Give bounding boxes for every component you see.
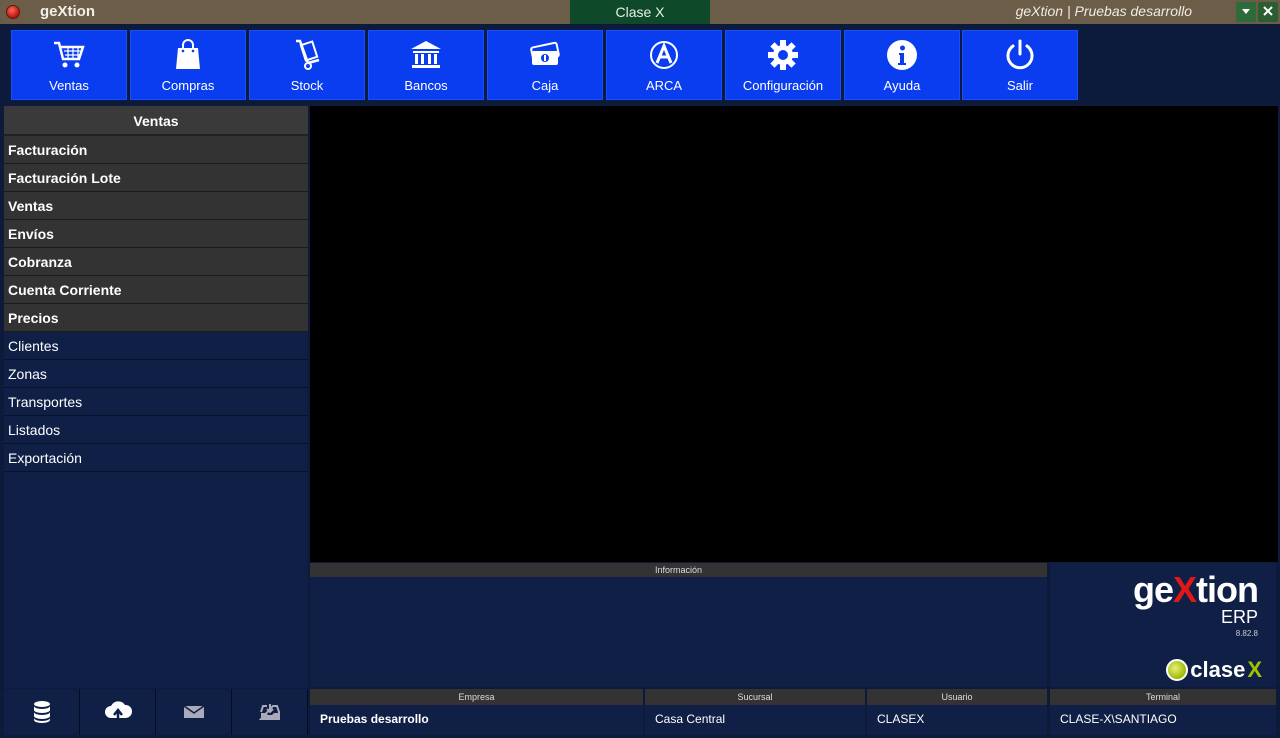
arca-icon (650, 41, 678, 69)
sidebar-item-clientes[interactable]: Clientes (4, 332, 308, 360)
hand-truck-icon (296, 39, 320, 70)
sidebar-item-facturacion[interactable]: Facturación (4, 136, 308, 164)
main-toolbar: Ventas Compras Stock Bancos Caja ARCA Co… (2, 25, 1278, 105)
status-sucursal-header: Sucursal (645, 689, 865, 705)
toolbar-label: Compras (161, 78, 215, 93)
database-button[interactable] (4, 689, 80, 735)
toolbar-label: Ventas (49, 78, 89, 93)
toolbar-compras-button[interactable]: Compras (130, 30, 246, 100)
status-empresa-value: Pruebas desarrollo (320, 712, 429, 726)
minimize-button[interactable] (1236, 2, 1256, 22)
status-sucursal: Sucursal Casa Central (645, 689, 865, 735)
sidebar-item-exportacion[interactable]: Exportación (4, 444, 308, 472)
logo-text-x: X (1173, 569, 1197, 610)
power-icon (1006, 39, 1034, 70)
database-icon (33, 701, 50, 723)
cash-icon (530, 41, 560, 65)
toolbar-label: Salir (1006, 78, 1033, 93)
toolbar-arca-button[interactable]: ARCA (606, 30, 722, 100)
info-panel: Información (310, 563, 1047, 687)
toolbar-ventas-button[interactable]: Ventas (11, 30, 127, 100)
toolbar-label: ARCA (645, 78, 683, 93)
status-terminal-value: CLASE-X\SANTIAGO (1060, 712, 1177, 726)
toolbar-configuracion-button[interactable]: Configuración (725, 30, 841, 100)
bank-icon (411, 41, 441, 68)
logo-panel: geXtion ERP 8.82.8 clase X (1050, 563, 1276, 687)
toolbar-label: Bancos (404, 78, 448, 93)
logo-text-tail: tion (1196, 569, 1259, 610)
status-usuario-header: Usuario (867, 689, 1047, 705)
status-terminal-header: Terminal (1050, 689, 1276, 705)
toolbar-stock-button[interactable]: Stock (249, 30, 365, 100)
sidebar-item-precios[interactable]: Precios (4, 304, 308, 332)
status-terminal: Terminal CLASE-X\SANTIAGO (1050, 689, 1276, 735)
sidebar-item-facturacion-lote[interactable]: Facturación Lote (4, 164, 308, 192)
sidebar-item-cuenta-corriente[interactable]: Cuenta Corriente (4, 276, 308, 304)
toolbar-label: Stock (290, 78, 324, 93)
sidebar-item-envios[interactable]: Envíos (4, 220, 308, 248)
sidebar-header: Ventas (4, 106, 308, 136)
app-name: geXtion (40, 3, 95, 20)
mail-icon (183, 705, 204, 718)
bottom-icon-bar (4, 689, 308, 735)
toolbar-label: Caja (531, 78, 559, 93)
logo-text: ge (1132, 569, 1174, 610)
mail-button[interactable] (156, 689, 232, 735)
erp-label: ERP (1220, 607, 1258, 627)
close-button[interactable] (1258, 2, 1278, 22)
cloud-upload-button[interactable] (80, 689, 156, 735)
sidebar-item-cobranza[interactable]: Cobranza (4, 248, 308, 276)
toolbar-ayuda-button[interactable]: Ayuda (844, 30, 960, 100)
clasex-ball-icon (1166, 659, 1189, 681)
shopping-bag-icon (176, 39, 200, 69)
status-usuario-value: CLASEX (877, 712, 925, 726)
cart-icon (54, 41, 85, 68)
sidebar-item-zonas[interactable]: Zonas (4, 360, 308, 388)
close-icon (1263, 6, 1273, 16)
toolbar-label: Ayuda (883, 78, 921, 93)
title-bar: geXtion Clase X geXtion | Pruebas desarr… (0, 0, 1280, 24)
center-tab[interactable]: Clase X (570, 0, 710, 24)
gextion-logo: geXtion (1132, 569, 1259, 611)
inbox-download-icon (258, 704, 280, 720)
clasex-text: clase (1190, 657, 1246, 682)
chevron-down-icon (1242, 9, 1250, 14)
toolbar-salir-button[interactable]: Salir (962, 30, 1078, 100)
toolbar-label: Configuración (742, 78, 824, 93)
clasex-logo: clase X (1166, 657, 1262, 683)
cloud-upload-icon (104, 701, 132, 722)
toolbar-bancos-button[interactable]: Bancos (368, 30, 484, 100)
inbox-download-button[interactable] (232, 689, 308, 735)
status-empresa: Empresa Pruebas desarrollo (310, 689, 643, 735)
app-status-icon[interactable] (6, 5, 20, 19)
sidebar-item-listados[interactable]: Listados (4, 416, 308, 444)
status-sucursal-value: Casa Central (655, 712, 726, 726)
gear-icon (768, 40, 798, 70)
version-label: 8.82.8 (1235, 629, 1258, 638)
toolbar-caja-button[interactable]: Caja (487, 30, 603, 100)
status-empresa-header: Empresa (310, 689, 643, 705)
info-panel-header: Información (310, 563, 1047, 577)
clasex-text-x: X (1247, 657, 1262, 682)
sidebar: Ventas Facturación Facturación Lote Vent… (4, 106, 308, 688)
status-usuario: Usuario CLASEX (867, 689, 1047, 735)
sidebar-item-transportes[interactable]: Transportes (4, 388, 308, 416)
info-icon (887, 40, 917, 70)
main-workspace[interactable] (310, 106, 1278, 562)
window-title: geXtion | Pruebas desarrollo (1015, 3, 1192, 19)
sidebar-item-ventas[interactable]: Ventas (4, 192, 308, 220)
